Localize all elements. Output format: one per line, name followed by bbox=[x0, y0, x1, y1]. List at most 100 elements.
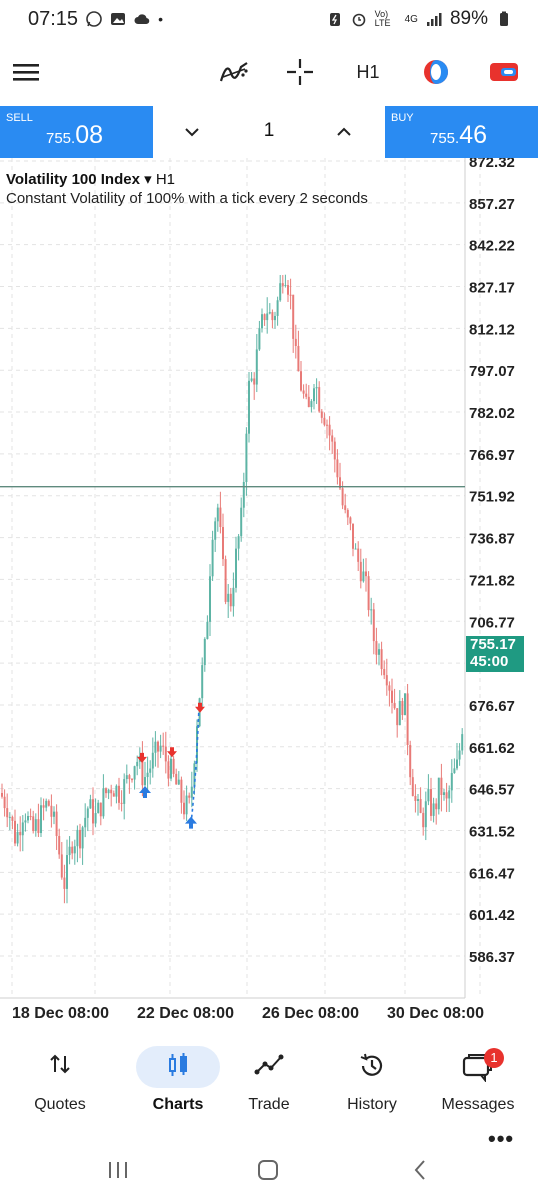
history-icon bbox=[360, 1053, 383, 1076]
crosshair-button[interactable] bbox=[280, 52, 320, 92]
bear-candle bbox=[414, 795, 417, 801]
nav-messages[interactable]: 1 Messages bbox=[428, 1038, 528, 1128]
nav-trade-label: Trade bbox=[248, 1096, 290, 1113]
price-tick-label: 842.22 bbox=[469, 238, 515, 255]
bear-candle bbox=[229, 593, 232, 607]
recent-apps-icon bbox=[109, 1162, 127, 1178]
status-bar: 07:15 • Vo) LTE 4G 89% bbox=[0, 0, 538, 38]
bull-candle bbox=[313, 388, 315, 402]
bull-candle bbox=[146, 772, 149, 778]
bear-candle bbox=[63, 877, 66, 889]
bull-candle bbox=[84, 817, 87, 828]
bear-candle bbox=[292, 294, 295, 339]
sell-button[interactable]: SELL 755.08 bbox=[0, 106, 153, 158]
timeframe-label: H1 bbox=[356, 61, 380, 82]
bull-candle bbox=[437, 777, 440, 810]
bear-candle bbox=[120, 802, 123, 804]
nav-quotes[interactable]: Quotes bbox=[10, 1038, 110, 1128]
time-tick-label: 22 Dec 08:00 bbox=[137, 1005, 234, 1022]
back-button[interactable] bbox=[400, 1158, 440, 1182]
bear-candle bbox=[1, 792, 3, 797]
time-axis: 18 Dec 08:00 22 Dec 08:00 26 Dec 08:00 30 D… bbox=[12, 1005, 484, 1022]
bear-candle bbox=[294, 338, 297, 346]
recent-apps-button[interactable] bbox=[98, 1158, 138, 1182]
bull-candle bbox=[417, 799, 419, 801]
bull-candle bbox=[190, 786, 193, 798]
candles bbox=[1, 274, 464, 904]
bull-candle bbox=[211, 539, 214, 577]
timeframe-button[interactable]: H1 bbox=[348, 52, 388, 92]
price-chart[interactable]: 872.32 857.27 842.22 827.17 812.12 797.07 782.… bbox=[0, 154, 538, 1151]
price-tick-label: 766.97 bbox=[469, 447, 515, 464]
back-icon bbox=[414, 1160, 425, 1180]
bull-candle bbox=[97, 802, 100, 814]
bull-candle bbox=[203, 638, 206, 666]
bull-candle bbox=[274, 315, 276, 321]
indicators-button[interactable] bbox=[214, 52, 254, 92]
volume-value[interactable]: 1 bbox=[249, 120, 289, 142]
bear-candle bbox=[396, 708, 399, 726]
bull-candle bbox=[427, 789, 430, 802]
bear-candle bbox=[157, 741, 159, 752]
bear-candle bbox=[118, 785, 120, 803]
bull-candle bbox=[66, 855, 68, 889]
nav-trade[interactable]: Trade bbox=[219, 1038, 319, 1128]
bull-candle bbox=[24, 820, 27, 823]
sell-marker-icon[interactable] bbox=[195, 702, 205, 713]
price-tick-label: 676.67 bbox=[469, 698, 515, 715]
home-button[interactable] bbox=[248, 1158, 288, 1182]
bear-candle bbox=[289, 294, 292, 296]
chart-symbol-title[interactable]: Volatility 100 Index ▾ H1 bbox=[6, 170, 175, 188]
bull-candle bbox=[378, 649, 380, 655]
volume-increase-button[interactable] bbox=[327, 116, 361, 148]
sell-marker-icon[interactable] bbox=[137, 752, 147, 763]
bull-candle bbox=[250, 378, 253, 381]
bull-candle bbox=[185, 795, 188, 815]
chevron-down-icon bbox=[185, 128, 199, 137]
bear-candle bbox=[3, 796, 6, 809]
nav-history[interactable]: History bbox=[322, 1038, 422, 1128]
price-tick-label: 631.52 bbox=[469, 823, 515, 840]
bull-candle bbox=[81, 827, 84, 849]
chart-toolbar: H1 bbox=[0, 44, 538, 98]
bull-candle bbox=[398, 701, 401, 726]
bull-candle bbox=[284, 285, 287, 287]
bull-candle bbox=[276, 300, 279, 316]
bull-candle bbox=[245, 433, 248, 483]
bear-candle bbox=[37, 819, 40, 834]
price-axis: 872.32 857.27 842.22 827.17 812.12 797.07 782.… bbox=[469, 154, 515, 966]
price-tick-label: 616.47 bbox=[469, 865, 515, 882]
bull-candle bbox=[27, 816, 29, 821]
bull-candle bbox=[115, 785, 118, 797]
whatsapp-icon bbox=[86, 11, 102, 27]
bear-candle bbox=[375, 641, 378, 655]
bull-candle bbox=[279, 283, 282, 301]
bear-candle bbox=[281, 283, 284, 286]
buy-button[interactable]: BUY 755.46 bbox=[385, 106, 538, 158]
bull-candle bbox=[214, 521, 217, 540]
menu-button[interactable] bbox=[6, 52, 46, 92]
bull-candle bbox=[432, 803, 435, 816]
battery-percent: 89% bbox=[449, 8, 488, 29]
time-tick-label: 18 Dec 08:00 bbox=[12, 1005, 109, 1022]
bull-candle bbox=[125, 775, 128, 780]
bear-candle bbox=[60, 854, 63, 878]
messages-badge: 1 bbox=[484, 1048, 504, 1068]
bear-candle bbox=[29, 816, 32, 818]
candlestick-chart[interactable]: 872.32 857.27 842.22 827.17 812.12 797.07 782.… bbox=[0, 154, 538, 1026]
bear-candle bbox=[164, 746, 167, 762]
bull-candle bbox=[456, 759, 458, 769]
price-tick-label: 812.12 bbox=[469, 321, 515, 338]
buy-marker-icon[interactable] bbox=[139, 785, 151, 798]
volume-decrease-button[interactable] bbox=[175, 116, 209, 148]
one-click-trading-button[interactable] bbox=[484, 52, 524, 92]
bull-candle bbox=[261, 314, 263, 329]
network-volte: Vo) LTE bbox=[374, 9, 391, 28]
price-tick-label: 601.42 bbox=[469, 907, 515, 924]
bear-candle bbox=[55, 811, 58, 836]
bear-candle bbox=[112, 793, 115, 797]
bear-candle bbox=[318, 387, 321, 412]
bull-candle bbox=[86, 808, 89, 818]
chart-type-button[interactable] bbox=[416, 52, 456, 92]
bear-candle bbox=[320, 411, 323, 418]
